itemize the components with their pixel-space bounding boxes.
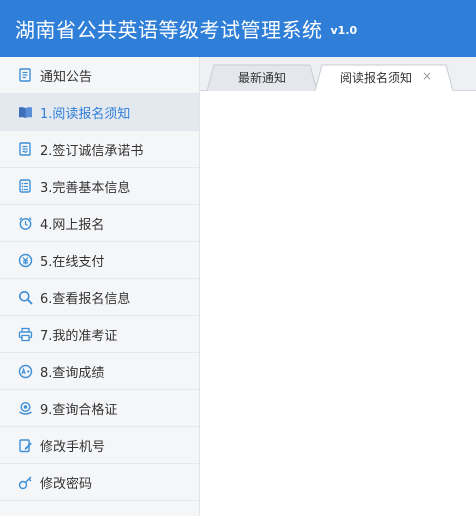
sidebar-item-online-registration[interactable]: 4.网上报名 bbox=[0, 205, 199, 242]
sidebar-item-label: 5.在线支付 bbox=[40, 254, 105, 270]
score-icon bbox=[17, 363, 33, 379]
sidebar-item-label: 通知公告 bbox=[40, 69, 93, 85]
document-icon bbox=[17, 141, 33, 157]
sidebar-item-query-certificate[interactable]: 9.查询合格证 bbox=[0, 390, 199, 427]
sidebar-item-admission-ticket[interactable]: 7.我的准考证 bbox=[0, 316, 199, 353]
sidebar-item-label: 9.查询合格证 bbox=[40, 402, 118, 418]
edit-icon bbox=[17, 437, 33, 453]
sidebar-item-label: 修改手机号 bbox=[40, 439, 106, 455]
tab-latest-notices[interactable]: 最新通知 bbox=[206, 64, 318, 91]
sidebar-item-notices[interactable]: 通知公告 bbox=[0, 57, 199, 94]
sidebar-item-label: 3.完善基本信息 bbox=[40, 180, 131, 196]
sidebar-item-label: 2.签订诚信承诺书 bbox=[40, 143, 144, 159]
sidebar-item-query-scores[interactable]: 8.查询成绩 bbox=[0, 353, 199, 390]
printer-icon bbox=[17, 326, 33, 342]
notice-icon bbox=[17, 67, 33, 83]
sidebar-item-online-payment[interactable]: 5.在线支付 bbox=[0, 242, 199, 279]
sidebar: 通知公告 1.阅读报名须知 2.签订诚信承诺书 3.完善基本信息 4.网上报名 … bbox=[0, 57, 200, 516]
app-version: v1.0 bbox=[330, 24, 358, 37]
sidebar-item-change-password[interactable]: 修改密码 bbox=[0, 464, 199, 501]
certificate-icon bbox=[17, 400, 33, 416]
app-header: 湖南省公共英语等级考试管理系统 v1.0 bbox=[0, 0, 476, 57]
sidebar-item-label: 8.查询成绩 bbox=[40, 365, 105, 381]
form-icon bbox=[17, 178, 33, 194]
sidebar-item-label: 修改密码 bbox=[40, 476, 93, 492]
main-panel: 最新通知 阅读报名须知 × bbox=[200, 57, 476, 516]
sidebar-item-complete-info[interactable]: 3.完善基本信息 bbox=[0, 168, 199, 205]
alarm-clock-icon bbox=[17, 215, 33, 231]
payment-icon bbox=[17, 252, 33, 268]
app-title: 湖南省公共英语等级考试管理系统 bbox=[15, 18, 323, 42]
tab-label: 阅读报名须知 bbox=[339, 71, 412, 85]
sidebar-item-label: 7.我的准考证 bbox=[40, 328, 118, 344]
book-icon bbox=[17, 104, 33, 120]
tab-label: 最新通知 bbox=[237, 71, 286, 85]
sidebar-item-label: 4.网上报名 bbox=[40, 217, 105, 233]
sidebar-item-view-registration[interactable]: 6.查看报名信息 bbox=[0, 279, 199, 316]
search-icon bbox=[17, 289, 33, 305]
tab-read-instructions[interactable]: 阅读报名须知 × bbox=[314, 64, 454, 91]
sidebar-item-label: 6.查看报名信息 bbox=[40, 291, 131, 307]
close-icon[interactable]: × bbox=[422, 69, 432, 83]
sidebar-item-sign-pledge[interactable]: 2.签订诚信承诺书 bbox=[0, 131, 199, 168]
tab-content-area bbox=[200, 91, 476, 516]
sidebar-item-change-phone[interactable]: 修改手机号 bbox=[0, 427, 199, 464]
key-icon bbox=[17, 474, 33, 490]
sidebar-item-label: 1.阅读报名须知 bbox=[40, 106, 131, 122]
tab-bar: 最新通知 阅读报名须知 × bbox=[200, 57, 476, 91]
sidebar-item-read-instructions[interactable]: 1.阅读报名须知 bbox=[0, 94, 199, 131]
